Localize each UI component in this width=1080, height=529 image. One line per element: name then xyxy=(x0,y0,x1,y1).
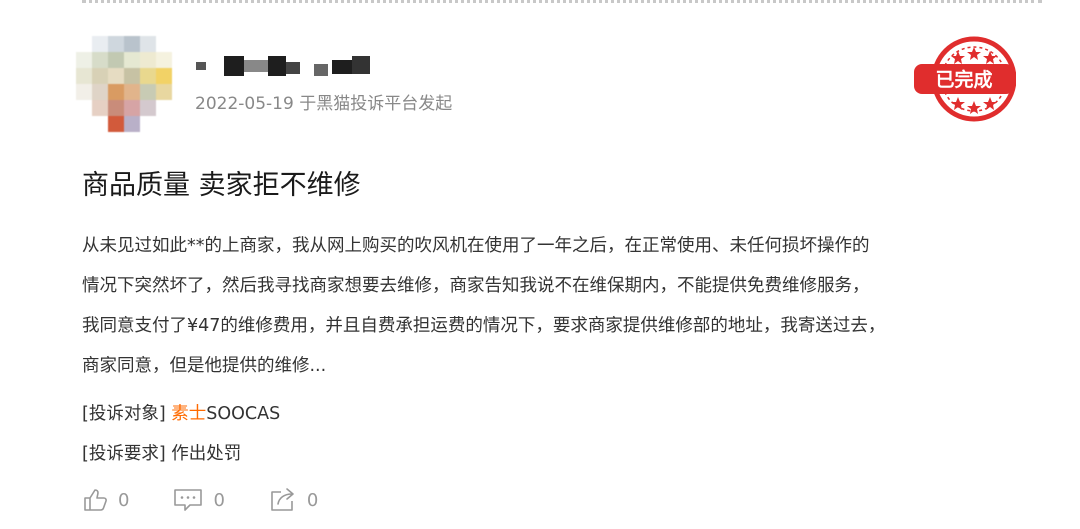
share-button[interactable]: 0 xyxy=(269,487,318,513)
top-divider xyxy=(82,0,1042,3)
like-count: 0 xyxy=(118,489,130,511)
body-line: 情况下突然坏了，然后我寻找商家想要去维修，商家告知我说不在维保期内，不能提供免费… xyxy=(82,276,870,296)
body-line: 商家同意，但是他提供的维修... xyxy=(82,356,327,376)
completed-stamp: 已完成 xyxy=(914,36,1016,122)
comment-button[interactable]: 0 xyxy=(173,487,225,513)
like-icon xyxy=(84,489,107,511)
status-badge: 已完成 xyxy=(935,68,992,91)
share-count: 0 xyxy=(306,489,319,511)
complaint-target-label: [投诉对象] xyxy=(82,404,166,424)
comment-icon xyxy=(174,489,203,511)
action-bar: 0 0 0 xyxy=(82,484,362,516)
share-icon xyxy=(271,488,294,511)
post-title[interactable]: 商品质量 卖家拒不维修 xyxy=(82,163,361,202)
complaint-target-brand-link[interactable]: 素士 xyxy=(171,404,206,424)
username-redacted[interactable] xyxy=(196,56,386,78)
complaint-target: [投诉对象] 素士SOOCAS xyxy=(82,400,280,425)
body-line: 我同意支付了¥47的维修费用，并且自费承担运费的情况下，要求商家提供维修部的地址… xyxy=(82,316,886,336)
avatar[interactable] xyxy=(76,36,172,132)
body-line: 从未见过如此**的上商家，我从网上购买的吹风机在使用了一年之后，在正常使用、未任… xyxy=(82,236,870,256)
like-button[interactable]: 0 xyxy=(82,487,129,513)
post-meta: 2022-05-19 于黑猫投诉平台发起 xyxy=(195,94,453,114)
post-body[interactable]: 从未见过如此**的上商家，我从网上购买的吹风机在使用了一年之后，在正常使用、未任… xyxy=(82,226,1044,386)
comment-count: 0 xyxy=(213,489,225,511)
complaint-demand-value: 作出处罚 xyxy=(171,444,242,464)
complaint-target-brand-rest: SOOCAS xyxy=(206,404,281,424)
complaint-demand-label: [投诉要求] xyxy=(82,444,166,464)
complaint-demand: [投诉要求] 作出处罚 xyxy=(82,440,241,465)
